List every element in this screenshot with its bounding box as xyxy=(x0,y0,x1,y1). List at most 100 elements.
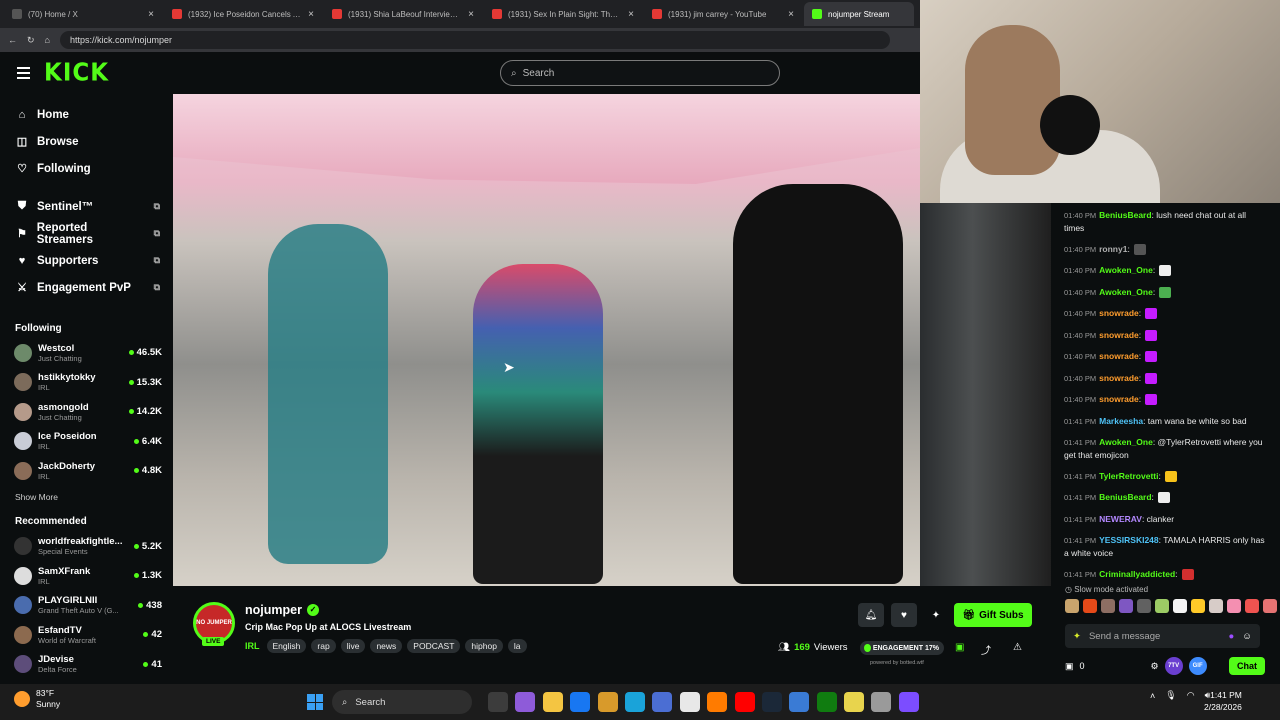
emoji-icon[interactable]: ☺ xyxy=(1242,631,1252,642)
channel-item[interactable]: hstikkytokky IRL 15.3K xyxy=(0,368,172,398)
chat-username[interactable]: Awoken_One xyxy=(1099,287,1153,297)
emote-icon[interactable] xyxy=(1173,599,1187,613)
browser-tab[interactable]: nojumper Stream xyxy=(804,2,914,26)
sidebar-item-engagement-pvp[interactable]: ⚔ Engagement PvP ⧉ xyxy=(0,274,172,301)
close-icon[interactable]: × xyxy=(628,9,634,20)
emote-icon[interactable] xyxy=(1083,599,1097,613)
taskbar-app-icon[interactable] xyxy=(844,692,865,712)
stream-tag[interactable]: la xyxy=(507,639,527,653)
chat-username[interactable]: Awoken_One xyxy=(1099,265,1153,275)
gif-badge[interactable]: GIF xyxy=(1188,657,1207,675)
stream-tag[interactable]: news xyxy=(370,639,403,653)
report-icon[interactable]: ⚠ xyxy=(1013,642,1022,653)
stream-tag[interactable]: hiphop xyxy=(465,639,503,653)
kick-logo[interactable]: KICK xyxy=(44,59,109,88)
taskbar-app-icon[interactable] xyxy=(761,692,782,712)
sidebar-item-home[interactable]: ⌂ Home xyxy=(0,101,172,128)
close-icon[interactable]: × xyxy=(308,9,314,20)
taskbar-app-icon[interactable] xyxy=(652,692,673,712)
emote-icon[interactable] xyxy=(1155,599,1169,613)
stream-tag[interactable]: PODCAST xyxy=(407,639,461,653)
kick-points-icon[interactable]: ● xyxy=(1229,631,1235,642)
taskbar-app-icon[interactable] xyxy=(542,692,563,712)
streamer-name[interactable]: nojumper xyxy=(245,603,302,617)
chat-username[interactable]: snowrade xyxy=(1099,330,1139,340)
chat-username[interactable]: TylerRetrovetti xyxy=(1099,471,1158,481)
sidebar-item-reported-streamers[interactable]: ⚑ Reported Streamers ⧉ xyxy=(0,220,172,247)
taskbar-app-icon[interactable] xyxy=(488,692,508,712)
emote-icon[interactable] xyxy=(1119,599,1133,613)
channel-item[interactable]: EsfandTV World of Warcraft 42 xyxy=(0,620,172,650)
share-icon[interactable]: ⤴ xyxy=(981,642,991,657)
show-more-link[interactable]: Show More xyxy=(0,486,172,508)
browser-tab[interactable]: (1931) Shia LaBeouf Interview - Yo × xyxy=(324,2,482,26)
sidebar-item-following[interactable]: ♡ Following xyxy=(0,155,172,182)
chevron-up-icon[interactable]: ˄ xyxy=(1150,691,1155,701)
taskbar-app-icon[interactable] xyxy=(789,692,810,712)
chat-username[interactable]: ronny1 xyxy=(1099,244,1127,254)
chat-username[interactable]: snowrade xyxy=(1099,308,1139,318)
windows-start-icon[interactable] xyxy=(307,694,323,710)
chat-username[interactable]: BeniusBeard xyxy=(1099,210,1151,220)
channel-item[interactable]: worldfreakfightle... Special Events 5.2K xyxy=(0,532,172,562)
stream-tag[interactable]: live xyxy=(340,639,366,653)
emote-icon[interactable] xyxy=(1227,599,1241,613)
browser-tab[interactable]: (1931) Sex In Plain Sight: The Figu × xyxy=(484,2,642,26)
emote-icon[interactable] xyxy=(1137,599,1151,613)
browser-tab[interactable]: (70) Home / X × xyxy=(4,2,162,26)
chat-send-button[interactable]: Chat xyxy=(1229,657,1265,675)
engagement-meter[interactable]: ENGAGEMENT 17% xyxy=(860,641,944,655)
chart-icon[interactable]: ▣ xyxy=(955,642,964,653)
chat-username[interactable]: NEWERAV xyxy=(1099,514,1142,524)
microphone-icon[interactable]: 🎙︎ xyxy=(1165,690,1176,701)
taskbar-app-icon[interactable] xyxy=(707,692,728,712)
browser-tab[interactable]: (1931) jim carrey - YouTube × xyxy=(644,2,802,26)
sparkle-icon[interactable]: ✦ xyxy=(1073,631,1081,642)
gift-subs-button[interactable]: 🎁︎ Gift Subs xyxy=(954,603,1032,627)
follow-heart-button[interactable]: ♥ xyxy=(891,603,917,627)
chat-username[interactable]: YESSIRSKI248 xyxy=(1099,535,1159,545)
stream-tag[interactable]: rap xyxy=(311,639,336,653)
home-icon[interactable]: ⌂ xyxy=(45,35,50,45)
menu-icon[interactable] xyxy=(17,67,30,79)
channel-item[interactable]: Ice Poseidon IRL 6.4K xyxy=(0,427,172,457)
chat-username[interactable]: Awoken_One xyxy=(1099,437,1153,447)
taskbar-app-icon[interactable] xyxy=(871,692,892,712)
emote-icon[interactable] xyxy=(1191,599,1205,613)
taskbar-search[interactable]: ⌕ Search xyxy=(332,690,472,714)
chat-username[interactable]: Markeesha xyxy=(1099,416,1143,426)
points-icon[interactable]: ▣ xyxy=(1065,661,1074,672)
chat-username[interactable]: snowrade xyxy=(1099,351,1139,361)
clock[interactable]: 1:41 PM 2/28/2026 xyxy=(1204,689,1242,713)
close-icon[interactable]: × xyxy=(148,9,154,20)
taskbar-app-icon[interactable] xyxy=(570,692,591,712)
video-player[interactable]: ➤ xyxy=(173,94,920,586)
stream-tag[interactable]: English xyxy=(266,639,307,653)
taskbar-app-icon[interactable] xyxy=(734,692,755,712)
emote-icon[interactable] xyxy=(1209,599,1223,613)
sidebar-item-browse[interactable]: ◫ Browse xyxy=(0,128,172,155)
chat-message-input[interactable]: ✦ Send a message ● ☺ xyxy=(1065,624,1260,648)
chat-username[interactable]: snowrade xyxy=(1099,394,1139,404)
emote-icon[interactable] xyxy=(1101,599,1115,613)
taskbar-app-icon[interactable] xyxy=(679,692,700,712)
emote-icon[interactable] xyxy=(1065,599,1079,613)
taskbar-app-icon[interactable] xyxy=(624,692,645,712)
emote-icon[interactable] xyxy=(1263,599,1277,613)
chat-username[interactable]: Criminallyaddicted xyxy=(1099,569,1175,579)
url-field[interactable]: https://kick.com/nojumper xyxy=(59,31,890,49)
external-link-icon[interactable]: ⧉ xyxy=(154,282,160,293)
stream-category[interactable]: IRL xyxy=(245,641,260,651)
taskbar-app-icon[interactable] xyxy=(597,692,618,712)
reload-icon[interactable]: ↻ xyxy=(27,35,35,46)
channel-item[interactable]: SamXFrank IRL 1.3K xyxy=(0,561,172,591)
channel-item[interactable]: JDevise Delta Force 41 xyxy=(0,650,172,680)
channel-item[interactable]: Westcol Just Chatting 46.5K xyxy=(0,338,172,368)
notification-bell-button[interactable]: 🔔︎ xyxy=(858,603,884,627)
external-link-icon[interactable]: ⧉ xyxy=(154,228,160,239)
close-icon[interactable]: × xyxy=(468,9,474,20)
taskbar-app-icon[interactable] xyxy=(898,692,919,712)
sparkle-button[interactable]: ✦ xyxy=(923,603,949,627)
external-link-icon[interactable]: ⧉ xyxy=(154,201,160,212)
taskbar-app-icon[interactable] xyxy=(816,692,837,712)
